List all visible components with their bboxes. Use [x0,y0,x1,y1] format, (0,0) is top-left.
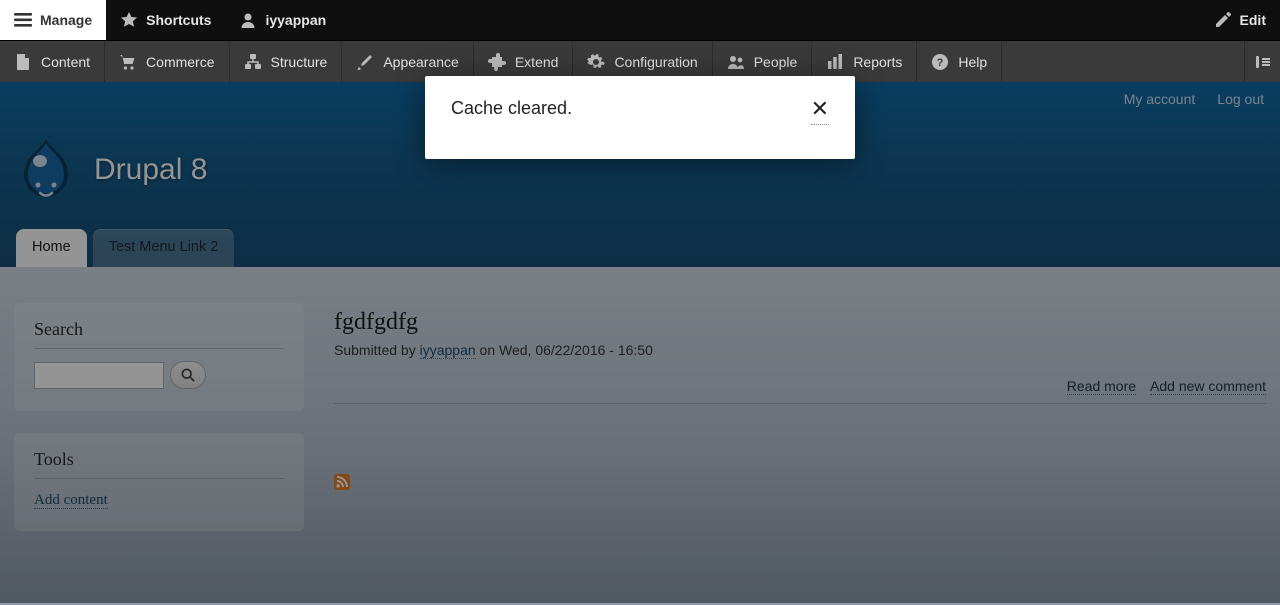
tools-heading: Tools [34,449,284,479]
admin-content[interactable]: Content [0,41,105,83]
shortcuts-toggle[interactable]: Shortcuts [106,0,225,40]
admin-structure[interactable]: Structure [230,41,343,83]
rss-icon [334,474,350,490]
gear-icon [587,53,605,71]
search-form [34,361,284,389]
admin-label: Help [958,54,987,70]
admin-orientation-toggle[interactable] [1244,41,1280,83]
admin-help[interactable]: ? Help [917,41,1002,83]
paintbrush-icon [356,53,374,71]
tab-label: Test Menu Link 2 [109,239,219,255]
status-message-dialog: Cache cleared. ✕ [425,76,855,159]
admin-label: Content [41,54,90,70]
add-content-link[interactable]: Add content [34,492,108,509]
collapse-icon [1254,53,1272,71]
hamburger-icon [14,11,32,29]
search-submit-button[interactable] [170,361,206,389]
tab-home[interactable]: Home [16,229,87,267]
manage-label: Manage [40,12,92,28]
admin-label: Appearance [383,54,459,70]
site-logo[interactable] [16,135,76,205]
user-label: iyyappan [265,12,326,28]
admin-label: Reports [853,54,902,70]
admin-label: Commerce [146,54,214,70]
admin-commerce[interactable]: Commerce [105,41,229,83]
shortcuts-label: Shortcuts [146,12,211,28]
main-content-region: Search Tools Add content fgdfgdfg Submit… [0,267,1280,605]
node-title[interactable]: fgdfgdfg [334,309,1266,336]
main-menu-tabs: Home Test Menu Link 2 [0,229,1280,267]
toolbar-top: Manage Shortcuts iyyappan Edit [0,0,1280,40]
people-icon [727,53,745,71]
admin-label: Configuration [614,54,697,70]
node-author-link[interactable]: iyyappan [420,342,476,359]
site-name[interactable]: Drupal 8 [94,153,207,187]
question-circle-icon: ? [931,53,949,71]
sidebar: Search Tools Add content [14,303,304,565]
close-icon: ✕ [811,96,829,121]
search-heading: Search [34,319,284,349]
star-icon [120,11,138,29]
puzzle-icon [488,53,506,71]
node-links: Read more Add new comment [334,378,1266,404]
tab-label: Home [32,239,71,255]
admin-label: Extend [515,54,559,70]
tools-block: Tools Add content [14,433,304,531]
admin-label: Structure [271,54,328,70]
close-button[interactable]: ✕ [811,98,829,125]
drupal-drop-icon [16,135,76,205]
admin-label: People [754,54,798,70]
document-icon [14,53,32,71]
node-submitted: Submitted by iyyappan on Wed, 06/22/2016… [334,342,1266,358]
hierarchy-icon [244,53,262,71]
person-icon [239,11,257,29]
edit-label: Edit [1240,12,1266,28]
tab-test-menu-link-2[interactable]: Test Menu Link 2 [93,229,235,267]
bar-chart-icon [826,53,844,71]
submitted-prefix: Submitted by [334,342,420,358]
search-icon [181,368,195,382]
cart-icon [119,53,137,71]
log-out-link[interactable]: Log out [1217,91,1264,107]
svg-text:?: ? [937,57,944,69]
user-menu-toggle[interactable]: iyyappan [225,0,340,40]
search-input[interactable] [34,362,164,389]
my-account-link[interactable]: My account [1124,91,1196,107]
add-new-comment-link[interactable]: Add new comment [1150,378,1266,395]
pencil-icon [1214,11,1232,29]
submitted-suffix: on Wed, 06/22/2016 - 16:50 [476,342,653,358]
status-message-text: Cache cleared. [451,98,572,119]
content-column: fgdfgdfg Submitted by iyyappan on Wed, 0… [334,303,1266,565]
edit-toggle[interactable]: Edit [1200,0,1280,40]
read-more-link[interactable]: Read more [1067,378,1136,395]
rss-feed-link[interactable] [334,474,350,490]
search-block: Search [14,303,304,411]
manage-toggle[interactable]: Manage [0,0,106,40]
